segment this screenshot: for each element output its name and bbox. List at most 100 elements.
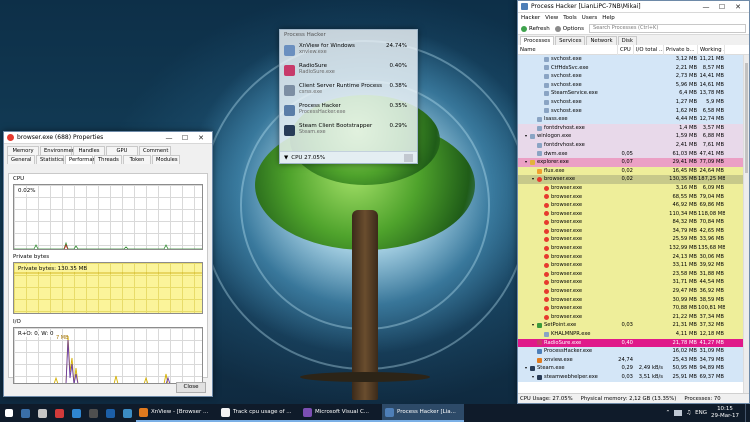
process-row[interactable]: dwm.exe 0,05 61,03 MB 47,41 MB — [518, 149, 743, 159]
process-row[interactable]: browser.exe 24,13 MB 30,06 MB — [518, 252, 743, 262]
tab-modules[interactable]: Modules — [152, 155, 180, 164]
start-button[interactable] — [0, 405, 17, 422]
taskbar-app-button[interactable]: Track cpu usage of ... — [218, 404, 300, 422]
process-row[interactable]: browser.exe 70,88 MB 100,81 MB — [518, 304, 743, 313]
process-row[interactable]: svchost.exe 1,62 MB 6,58 MB — [518, 106, 743, 116]
process-row[interactable]: browser.exe 110,34 MB 118,08 MB — [518, 209, 743, 219]
process-row[interactable]: SteamService.exe 6,4 MB 13,78 MB — [518, 89, 743, 98]
properties-titlebar[interactable]: browser.exe (688) Properties — ☐ ✕ — [4, 132, 212, 144]
taskbar-pinned-app[interactable] — [51, 405, 68, 422]
taskbar-pinned-app[interactable] — [34, 405, 51, 422]
taskbar-app-button[interactable]: XnView - [Browser ... — [136, 404, 218, 422]
process-row[interactable]: browser.exe 29,47 MB 36,92 MB — [518, 287, 743, 296]
process-row[interactable]: browser.exe 23,58 MB 31,88 MB — [518, 269, 743, 279]
process-row[interactable]: fontdrvhost.exe 1,4 MB 3,57 MB — [518, 123, 743, 133]
refresh-button[interactable]: Refresh — [521, 25, 550, 32]
process-row[interactable]: lsass.exe 4,44 MB 12,74 MB — [518, 115, 743, 124]
process-row[interactable]: ProcessHacker.exe 16,02 MB 31,09 MB — [518, 347, 743, 356]
process-row[interactable]: ▾ Steam.exe 0,29 2,49 kB/s 50,95 MB 94,89 MB — [518, 364, 743, 373]
process-row[interactable]: fontdrvhost.exe 2,41 MB 7,61 MB — [518, 140, 743, 150]
process-row[interactable]: browser.exe 3,16 MB 6,09 MB — [518, 183, 743, 193]
process-row[interactable]: browser.exe 25,59 MB 33,96 MB — [518, 235, 743, 245]
process-row[interactable]: browser.exe 84,32 MB 70,84 MB — [518, 218, 743, 227]
process-working-set: 79,04 MB — [699, 193, 724, 200]
menu-hacker[interactable]: Hacker — [521, 15, 540, 21]
process-row[interactable]: browser.exe 30,99 MB 38,59 MB — [518, 295, 743, 305]
process-row[interactable]: ▾ explorer.exe 0,07 29,41 MB 77,09 MB — [518, 158, 743, 167]
process-row[interactable]: svchost.exe 5,96 MB 14,61 MB — [518, 80, 743, 90]
scrollbar-thumb[interactable] — [745, 63, 748, 173]
volume-icon[interactable]: ♫ — [686, 410, 691, 416]
tab-performance[interactable]: Performance — [65, 155, 102, 164]
tab-gpu[interactable]: GPU — [106, 146, 138, 155]
column-io-total[interactable]: I/O total ... — [634, 44, 664, 55]
menu-users[interactable]: Users — [582, 15, 597, 21]
process-row[interactable]: browser.exe 46,92 MB 69,86 MB — [518, 201, 743, 210]
tab-memory[interactable]: Memory — [7, 146, 39, 155]
taskbar-pinned-app[interactable] — [119, 405, 136, 422]
column-private-bytes[interactable]: Private b... — [664, 44, 698, 55]
menu-tools[interactable]: Tools — [563, 15, 577, 21]
process-row[interactable]: ▾ winlogon.exe 1,59 MB 6,88 MB — [518, 132, 743, 141]
maximize-icon[interactable]: ☐ — [177, 134, 193, 142]
column-name[interactable]: Name — [518, 44, 618, 55]
process-hacker-titlebar[interactable]: Process Hacker [LianLiPC-7NB\Mikai] — ☐ … — [518, 1, 749, 13]
tab-token[interactable]: Token — [123, 155, 151, 164]
process-row[interactable]: RadioSure.exe 0,40 21,78 MB 41,27 MB — [518, 338, 743, 348]
minimize-icon[interactable]: — — [698, 3, 714, 11]
top-process-item[interactable]: Client Server Runtime Process csrss.exe 0.… — [280, 81, 417, 101]
clock[interactable]: 10:15 29-Mar-17 — [711, 406, 739, 420]
process-row[interactable]: CtfHdsSvc.exe 2,21 MB 8,57 MB — [518, 63, 743, 73]
menu-view[interactable]: View — [545, 15, 558, 21]
process-row[interactable]: svchost.exe 2,73 MB 14,41 MB — [518, 72, 743, 81]
column-cpu[interactable]: CPU — [618, 44, 634, 55]
tab-threads[interactable]: Threads — [94, 155, 122, 164]
column-working-set[interactable]: Working ... — [698, 44, 725, 55]
app-icon — [38, 408, 47, 418]
vertical-scrollbar[interactable] — [743, 55, 749, 395]
pin-icon[interactable] — [404, 153, 413, 162]
taskbar-pinned-app[interactable] — [68, 405, 85, 422]
process-row[interactable]: xnview.exe 24,74 25,43 MB 34,79 MB — [518, 355, 743, 365]
process-row[interactable]: browser.exe 21,22 MB 37,34 MB — [518, 312, 743, 322]
top-process-item[interactable]: Process Hacker ProcessHacker.exe 0.35% — [280, 101, 417, 121]
network-icon[interactable] — [674, 410, 683, 416]
top-process-item[interactable]: Steam Client Bootstrapper Steam.exe 0.29% — [280, 121, 417, 141]
process-row[interactable]: browser.exe 68,55 MB 79,04 MB — [518, 192, 743, 202]
process-row[interactable]: ▾ SetPoint.exe 0,03 21,31 MB 37,32 MB — [518, 321, 743, 330]
close-button[interactable]: Close — [176, 382, 206, 393]
taskbar-pinned-app[interactable] — [102, 405, 119, 422]
tab-handles[interactable]: Handles — [73, 146, 105, 155]
close-icon[interactable]: ✕ — [730, 3, 746, 11]
process-row[interactable]: ▾ browser.exe 0,02 130,35 MB 187,25 MB — [518, 175, 743, 184]
maximize-icon[interactable]: ☐ — [714, 3, 730, 11]
process-row[interactable]: svchost.exe 1,27 MB 5,9 MB — [518, 97, 743, 107]
process-row[interactable]: browser.exe 31,71 MB 44,54 MB — [518, 278, 743, 288]
taskbar-pinned-app[interactable] — [17, 405, 34, 422]
process-row[interactable]: KHALMNPR.exe 4,11 MB 12,18 MB — [518, 330, 743, 339]
minimize-icon[interactable]: — — [161, 134, 177, 142]
process-row[interactable]: ▾ steamwebhelper.exe 0,03 3,51 kB/s 25,91 MB… — [518, 372, 743, 382]
process-row[interactable]: browser.exe 34,79 MB 42,65 MB — [518, 226, 743, 236]
process-row[interactable]: browser.exe 33,11 MB 39,92 MB — [518, 261, 743, 270]
options-button[interactable]: Options — [554, 25, 584, 32]
tab-statistics[interactable]: Statistics — [36, 155, 64, 164]
taskbar-app-button[interactable]: Process Hacker [Lia... — [382, 404, 464, 422]
taskbar-pinned-app[interactable] — [85, 405, 102, 422]
show-desktop-button[interactable] — [745, 404, 750, 422]
tab-environment[interactable]: Environment — [40, 146, 77, 155]
tab-general[interactable]: General — [7, 155, 35, 164]
taskbar-app-button[interactable]: Microsoft Visual C... — [300, 404, 382, 422]
menu-help[interactable]: Help — [602, 15, 615, 21]
tray-chevron-icon[interactable]: ⌃ — [666, 410, 671, 416]
process-row[interactable]: svchost.exe 3,12 MB 11,21 MB — [518, 55, 743, 64]
process-row[interactable]: browser.exe 132,99 MB 135,68 MB — [518, 244, 743, 253]
language-indicator[interactable]: ENG — [695, 410, 707, 416]
cpu-chevron-icon[interactable]: ▼ — [284, 155, 288, 161]
top-process-item[interactable]: RadioSure RadioSure.exe 0.40% — [280, 61, 417, 81]
process-row[interactable]: flux.exe 0,02 16,45 MB 24,64 MB — [518, 166, 743, 176]
top-process-item[interactable]: XnView for Windows xnview.exe 24.74% — [280, 41, 417, 61]
search-input[interactable]: Search Processes (Ctrl+K) — [589, 24, 746, 33]
close-icon[interactable]: ✕ — [193, 134, 209, 142]
tab-comment[interactable]: Comment — [139, 146, 171, 155]
